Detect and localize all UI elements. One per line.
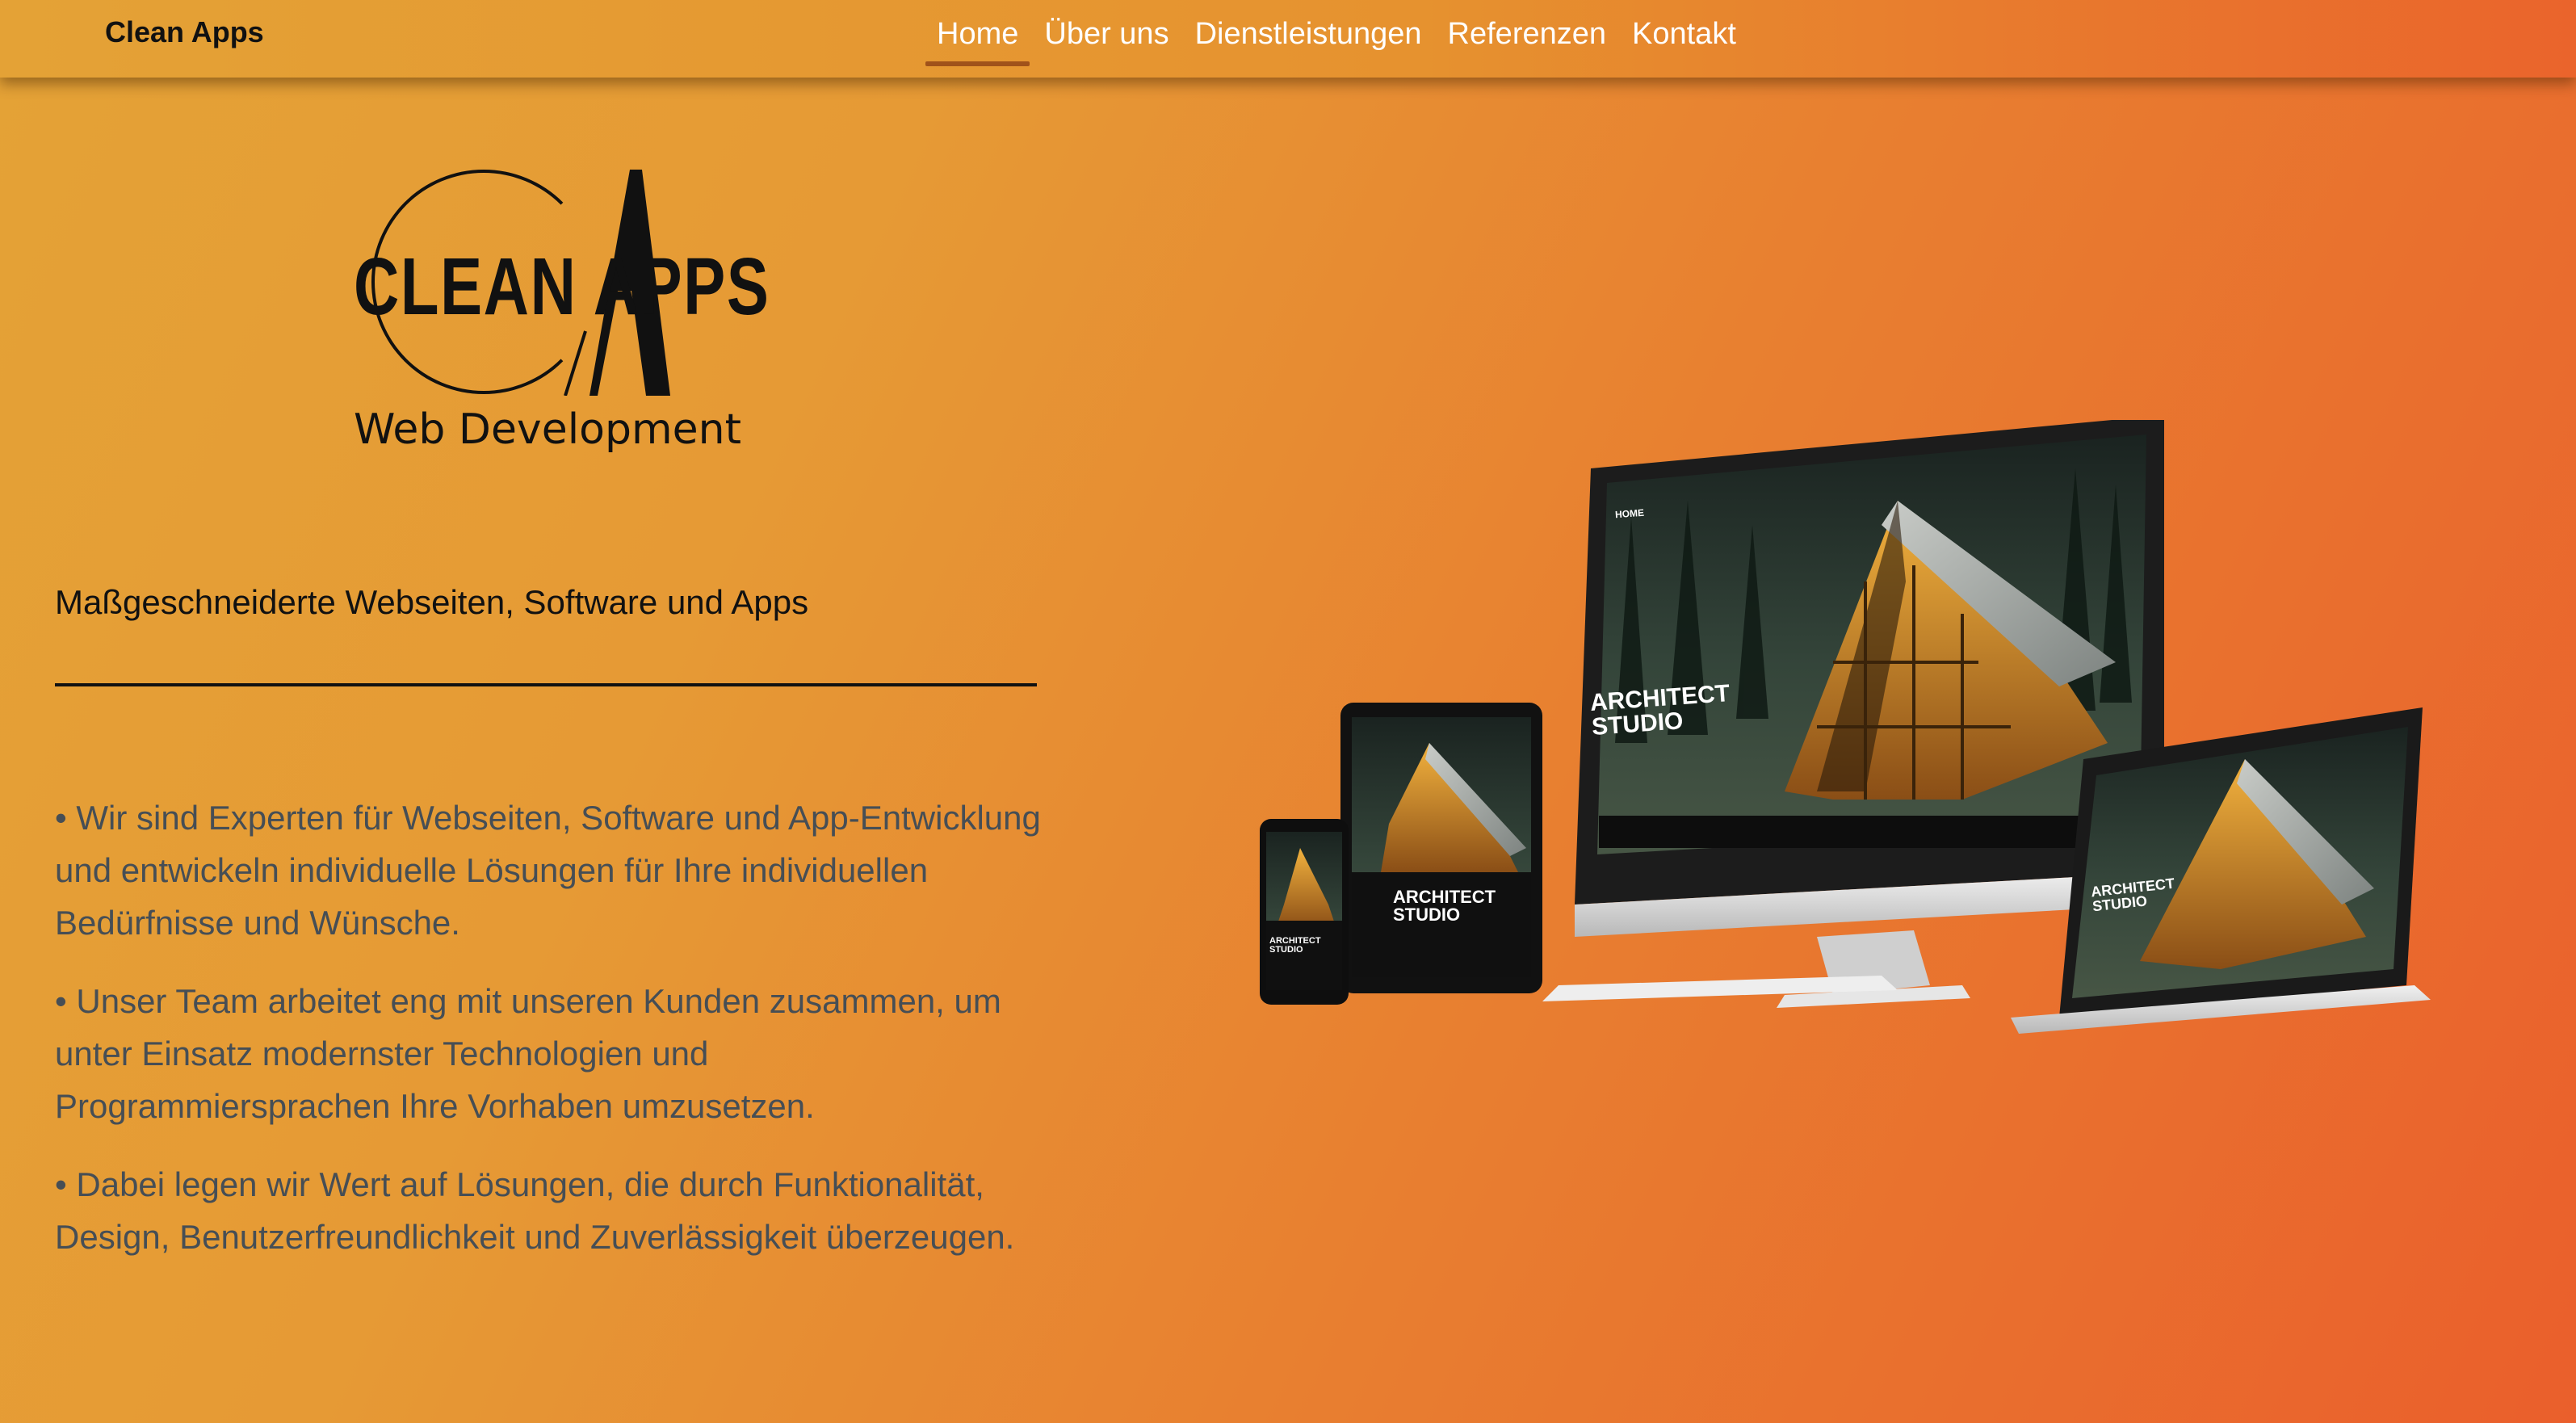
nav-links: Home Über uns Dienstleistungen Referenze… xyxy=(925,11,1762,66)
brand-link[interactable]: Clean Apps xyxy=(105,15,264,50)
hero-tagline: Maßgeschneiderte Webseiten, Software und… xyxy=(55,583,809,621)
devices-illustration xyxy=(1260,415,2431,1034)
feature-list: • Wir sind Experten für Webseiten, Softw… xyxy=(55,791,1048,1289)
tablet-screen-title: ARCHITECT STUDIO xyxy=(1393,888,1496,924)
tablet-screen-title-line2: STUDIO xyxy=(1393,905,1461,925)
top-navbar: Clean Apps Home Über uns Dienstleistunge… xyxy=(0,0,2576,78)
nav-link-kontakt[interactable]: Kontakt xyxy=(1632,11,1736,57)
phone-screen-title: ARCHITECT STUDIO xyxy=(1269,937,1321,955)
nav-link-home[interactable]: Home xyxy=(925,11,1030,66)
divider xyxy=(55,683,1037,686)
nav-link-dienstleistungen[interactable]: Dienstleistungen xyxy=(1195,11,1422,57)
tablet-screen-title-line1: ARCHITECT xyxy=(1393,887,1496,907)
tablet xyxy=(1340,703,1542,993)
logo-subtitle: Web Development xyxy=(354,405,741,454)
logo-title: CLEAN APPS xyxy=(354,241,770,332)
smartphone xyxy=(1260,819,1349,1005)
nav-link-ueber-uns[interactable]: Über uns xyxy=(1044,11,1168,57)
feature-item: • Dabei legen wir Wert auf Lösungen, die… xyxy=(55,1165,1015,1256)
nav-link-referenzen[interactable]: Referenzen xyxy=(1448,11,1606,57)
responsive-devices-image: ARCHITECT STUDIO HOME ARCHITECT STUDIO A… xyxy=(1252,415,2471,1034)
imac-screen-nav: HOME xyxy=(1614,506,1645,521)
feature-item: • Unser Team arbeitet eng mit unseren Ku… xyxy=(55,982,1001,1125)
clean-apps-logo: CLEAN APPS Web Development xyxy=(347,162,769,468)
imac-screen-title: ARCHITECT STUDIO xyxy=(1589,680,1732,741)
feature-item: • Wir sind Experten für Webseiten, Softw… xyxy=(55,799,1041,942)
phone-screen-title-line2: STUDIO xyxy=(1269,945,1303,955)
